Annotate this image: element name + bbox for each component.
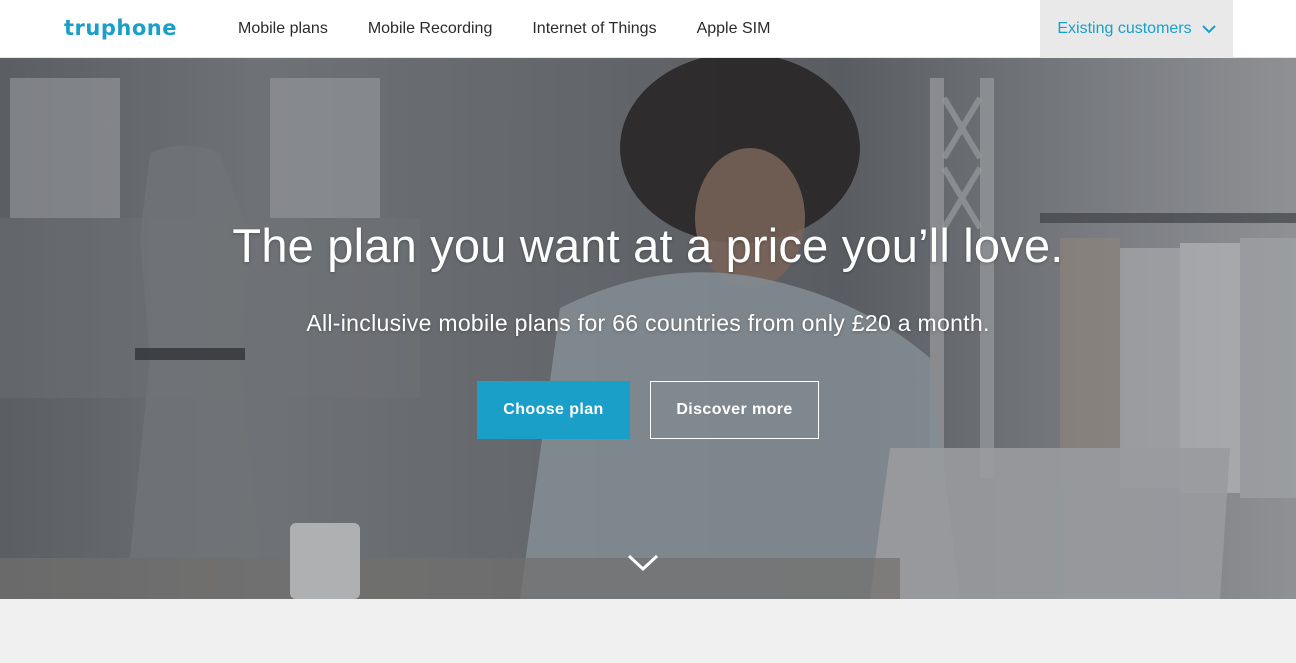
hero-headline: The plan you want at a price you’ll love… (232, 219, 1064, 272)
existing-customers-dropdown[interactable]: Existing customers (1040, 0, 1233, 58)
discover-more-button[interactable]: Discover more (650, 381, 819, 439)
hero-subheadline: All-inclusive mobile plans for 66 countr… (306, 310, 990, 336)
nav-mobile-plans[interactable]: Mobile plans (238, 20, 328, 38)
nav-apple-sim[interactable]: Apple SIM (697, 20, 771, 38)
main-nav: Mobile plans Mobile Recording Internet o… (238, 0, 810, 58)
truphone-logo[interactable]: truphone (64, 16, 177, 40)
nav-internet-of-things[interactable]: Internet of Things (532, 20, 656, 38)
hero-banner: The plan you want at a price you’ll love… (0, 58, 1296, 599)
existing-customers-label: Existing customers (1057, 20, 1192, 37)
chevron-down-icon[interactable] (627, 553, 659, 573)
chevron-down-icon (1201, 24, 1216, 33)
nav-mobile-recording[interactable]: Mobile Recording (368, 20, 493, 38)
top-navbar: truphone Mobile plans Mobile Recording I… (0, 0, 1296, 58)
choose-plan-button[interactable]: Choose plan (477, 381, 630, 439)
content-section-background (0, 599, 1296, 663)
